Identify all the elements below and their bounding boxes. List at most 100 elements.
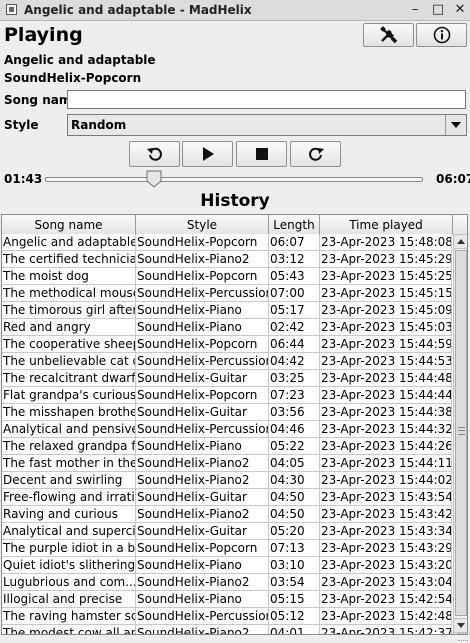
settings-button[interactable]	[363, 23, 414, 47]
table-row[interactable]: The misshapen brothe... SoundHelix-Guitar…	[2, 404, 452, 421]
cell-song-name: Lugubrious and com...	[3, 574, 136, 590]
cell-length: 06:44	[269, 336, 320, 352]
table-row[interactable]: Analytical and superci... SoundHelix-Guit…	[2, 523, 452, 540]
style-select[interactable]: Random	[67, 114, 467, 136]
table-row[interactable]: The methodical mouse SoundHelix-Percussio…	[2, 285, 452, 302]
table-row[interactable]: The moist dog SoundHelix-Popcorn 05:43 23-A…	[2, 268, 452, 285]
cell-time-played: 23-Apr-2023 15:43:54	[321, 489, 452, 505]
style-label: Style	[4, 118, 39, 132]
table-row[interactable]: The cooperative sheep SoundHelix-Popcorn 0…	[2, 336, 452, 353]
cell-length: 03:56	[269, 404, 320, 420]
cell-time-played: 23-Apr-2023 15:48:08	[321, 234, 452, 250]
skip-forward-button[interactable]	[290, 141, 341, 167]
cell-song-name: Analytical and superci...	[3, 523, 136, 539]
cell-time-played: 23-Apr-2023 15:42:48	[321, 608, 452, 624]
table-row[interactable]: Illogical and precise SoundHelix-Piano 05:…	[2, 591, 452, 608]
table-row[interactable]: The recalcitrant dwarf ... SoundHelix-Gui…	[2, 370, 452, 387]
table-row[interactable]: The unbelievable cat o...SoundHelix-Perc…	[2, 353, 452, 370]
table-row[interactable]: Decent and swirling SoundHelix-Piano2 04:3…	[2, 472, 452, 489]
info-button[interactable]	[416, 23, 467, 47]
cell-length: 03:12	[269, 251, 320, 267]
play-button[interactable]	[182, 141, 233, 167]
title-bar: Angelic and adaptable - MadHelix – □ ✕	[0, 0, 470, 21]
cell-style: SoundHelix-Guitar	[136, 370, 269, 386]
table-header: Song name Style Length Time played	[2, 215, 467, 234]
elapsed-time: 01:43	[4, 172, 43, 186]
table-row[interactable]: Analytical and pensive SoundHelix-Percuss…	[2, 421, 452, 438]
progress-slider[interactable]	[45, 177, 423, 182]
cell-length: 02:42	[269, 319, 320, 335]
cell-style: SoundHelix-Popcorn	[136, 234, 269, 250]
cell-style: SoundHelix-Percussion	[137, 285, 269, 301]
column-header-style[interactable]: Style	[136, 215, 269, 234]
cell-length: 04:42	[269, 353, 320, 369]
stop-icon	[256, 148, 268, 160]
table-row[interactable]: The purple idiot in a b... SoundHelix-Pop…	[2, 540, 452, 557]
cell-time-played: 23-Apr-2023 15:44:38	[321, 404, 452, 420]
chevron-down-icon[interactable]	[445, 115, 466, 135]
scroll-up-button[interactable]	[454, 234, 467, 249]
cell-song-name: The timorous girl after...	[3, 302, 136, 318]
now-playing-title: Angelic and adaptable	[4, 53, 156, 67]
replay-icon	[147, 147, 162, 161]
replay-button[interactable]	[129, 141, 180, 167]
cell-time-played: 23-Apr-2023 15:44:26	[321, 438, 452, 454]
table-row[interactable]: The relaxed grandpa f... SoundHelix-Piano…	[2, 438, 452, 455]
cell-length: 03:10	[269, 557, 320, 573]
minimize-button[interactable]: –	[407, 2, 423, 18]
cell-song-name: The relaxed grandpa f...	[3, 438, 136, 454]
total-time: 06:07	[436, 172, 470, 186]
cell-song-name: The fast mother in the...	[3, 455, 136, 471]
cell-style: SoundHelix-Piano2	[136, 251, 269, 267]
column-header-length[interactable]: Length	[269, 215, 320, 234]
table-row[interactable]: Free-flowing and irrati... SoundHelix-Gui…	[2, 489, 452, 506]
table-row[interactable]: Flat grandpa's curious... SoundHelix-Popc…	[2, 387, 452, 404]
cell-time-played: 23-Apr-2023 15:43:42	[321, 506, 452, 522]
table-row[interactable]: Raving and curious SoundHelix-Piano2 04:50…	[2, 506, 452, 523]
column-header-time-played[interactable]: Time played	[320, 215, 453, 234]
cell-time-played: 23-Apr-2023 15:45:29	[321, 251, 452, 267]
cell-song-name: Decent and swirling	[2, 472, 136, 488]
table-row[interactable]: The raving hamster sc... SoundHelix-Percu…	[2, 608, 452, 625]
cell-song-name: The moist dog	[2, 268, 136, 284]
cell-length: 04:46	[269, 421, 320, 437]
table-row[interactable]: The modest cow all ar... SoundHelix-Piano…	[2, 625, 452, 634]
song-name-input[interactable]	[67, 90, 466, 109]
cell-style: SoundHelix-Popcorn	[136, 540, 269, 556]
cell-song-name: Illogical and precise	[2, 591, 136, 607]
table-row[interactable]: The timorous girl after... SoundHelix-Pia…	[2, 302, 452, 319]
cell-song-name: Free-flowing and irrati...	[3, 489, 136, 505]
resize-grip-icon[interactable]	[458, 633, 468, 641]
progress-slider-thumb[interactable]	[146, 170, 162, 188]
cell-style: SoundHelix-Percussion	[137, 353, 269, 369]
cell-song-name: The certified technicia...	[3, 251, 136, 267]
cell-style: SoundHelix-Piano	[136, 438, 269, 454]
scrollbar-thumb[interactable]	[455, 250, 467, 616]
app-icon	[6, 4, 17, 15]
cell-song-name: The unbelievable cat o...	[2, 353, 136, 369]
table-body: Angelic and adaptable SoundHelix-Popcorn 0…	[2, 234, 452, 634]
maximize-button[interactable]: □	[430, 2, 446, 18]
stop-button[interactable]	[236, 141, 287, 167]
cell-length: 03:54	[269, 574, 320, 590]
cell-length: 05:22	[269, 438, 320, 454]
cell-style: SoundHelix-Guitar	[136, 523, 269, 539]
cell-time-played: 23-Apr-2023 15:44:02	[321, 472, 452, 488]
column-header-song-name[interactable]: Song name	[2, 215, 136, 234]
cell-time-played: 23-Apr-2023 15:44:59	[321, 336, 452, 352]
vertical-scrollbar[interactable]	[453, 234, 467, 634]
cell-length: 03:25	[269, 370, 320, 386]
table-row[interactable]: Angelic and adaptable SoundHelix-Popcorn 0…	[2, 234, 452, 251]
cell-length: 04:01	[269, 625, 320, 634]
table-row[interactable]: Red and angry SoundHelix-Piano 02:42 23-Apr…	[2, 319, 452, 336]
table-row[interactable]: Lugubrious and com... SoundHelix-Piano2 03…	[2, 574, 452, 591]
cell-style: SoundHelix-Piano2	[136, 472, 269, 488]
cell-style: SoundHelix-Piano2	[136, 574, 269, 590]
table-row[interactable]: Quiet idiot's slithering ... SoundHelix-P…	[2, 557, 452, 574]
table-row[interactable]: The certified technicia... SoundHelix-Pia…	[2, 251, 452, 268]
cell-style: SoundHelix-Percussion	[137, 608, 269, 624]
cell-time-played: 23-Apr-2023 15:44:48	[321, 370, 452, 386]
table-row[interactable]: The fast mother in the... SoundHelix-Pian…	[2, 455, 452, 472]
scroll-down-button[interactable]	[454, 618, 467, 633]
close-button[interactable]: ✕	[452, 2, 468, 18]
